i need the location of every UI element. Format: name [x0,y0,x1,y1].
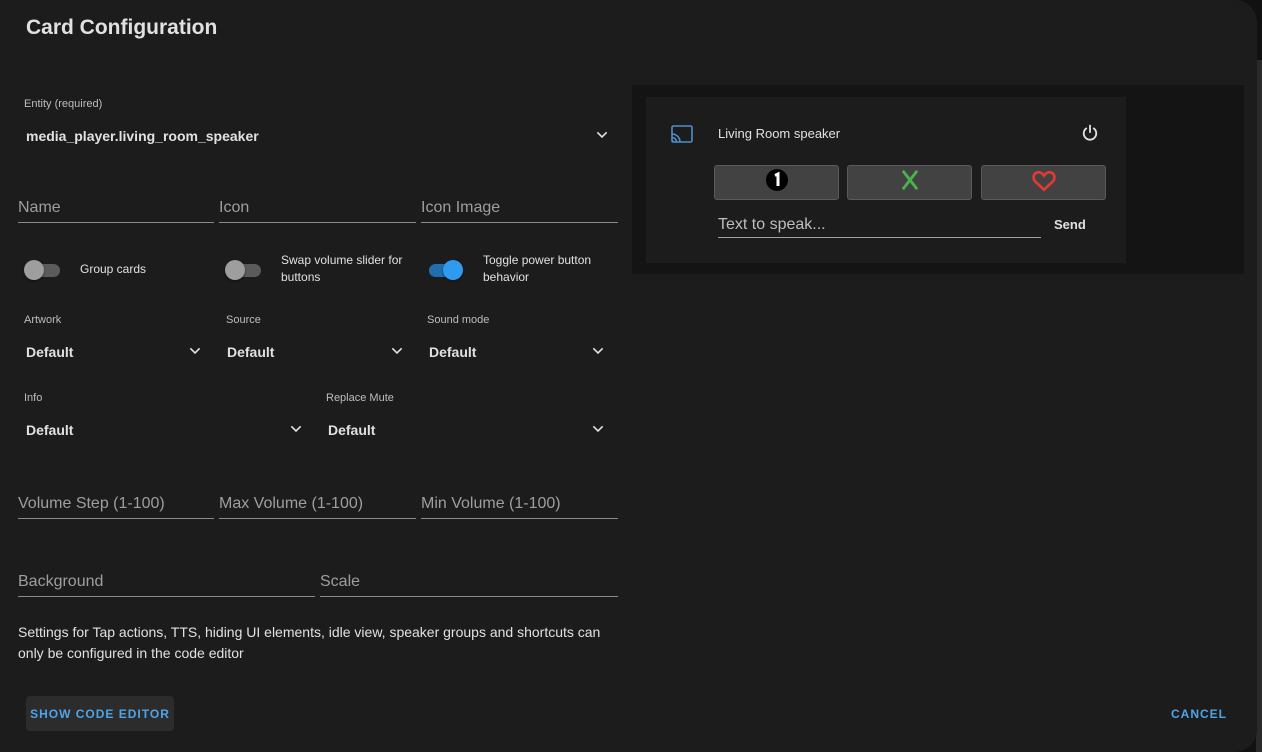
sound-mode-select[interactable]: Default [421,308,613,368]
volume-step-input[interactable]: Volume Step (1-100) [18,491,214,519]
chevron-down-icon [288,421,304,437]
chevron-down-icon [590,343,606,359]
swap-volume-label: Swap volume slider for buttons [281,253,403,284]
info-select[interactable]: Default [18,386,310,446]
chevron-down-icon [187,343,203,359]
swap-volume-switch[interactable] [225,260,261,280]
name-input[interactable]: Name [18,195,214,223]
player-name: Living Room speaker [718,126,841,141]
shortcut-button-3[interactable] [981,165,1106,200]
chevron-down-icon [590,421,606,437]
power-icon[interactable] [1080,123,1100,143]
scale-label: Scale [320,573,361,590]
show-code-editor-button[interactable]: SHOW CODE EDITOR [26,696,174,731]
icon-image-input-label: Icon Image [421,199,501,216]
tts-input-wrapper [718,212,1041,238]
shortcut-button-2[interactable] [847,165,972,200]
scale-input[interactable]: Scale [320,569,618,597]
sound-mode-value: Default [429,344,477,360]
chevron-down-icon [594,127,610,143]
artwork-value: Default [26,344,74,360]
artwork-select[interactable]: Default [18,308,210,368]
background-input[interactable]: Background [18,569,315,597]
entity-select[interactable]: media_player.living_room_speaker [18,92,618,152]
cast-icon[interactable] [670,125,694,143]
card-configuration-dialog: Card Configuration Entity (required) med… [0,0,1257,752]
replace-mute-select[interactable]: Default [320,386,612,446]
code-editor-note: Settings for Tap actions, TTS, hiding UI… [18,624,601,661]
media-player-card-preview[interactable]: Living Room speaker Text to speak... Sen… [646,97,1126,263]
icon-input-label: Icon [219,199,250,216]
toggle-power-label: Toggle power button behavior [483,253,592,284]
max-volume-label: Max Volume (1-100) [219,495,364,512]
shortcut-button-1[interactable] [714,165,839,200]
heart-outline-icon [1031,167,1057,198]
cancel-button[interactable]: CANCEL [1160,700,1238,728]
icon-image-input[interactable]: Icon Image [421,195,618,223]
volume-step-label: Volume Step (1-100) [18,495,165,512]
icon-input[interactable]: Icon [219,195,416,223]
toggle-power-switch[interactable] [427,260,463,280]
min-volume-label: Min Volume (1-100) [421,495,561,512]
chevron-down-icon [389,343,405,359]
info-value: Default [26,422,74,438]
background-label: Background [18,573,104,590]
tts-input[interactable] [718,212,1041,237]
min-volume-input[interactable]: Min Volume (1-100) [421,491,618,519]
group-cards-label: Group cards [80,262,147,276]
entity-value: media_player.living_room_speaker [26,128,259,144]
source-value: Default [227,344,275,360]
name-input-label: Name [18,199,61,216]
send-button[interactable]: Send [1054,217,1086,232]
source-select[interactable]: Default [219,308,411,368]
numeric-1-circle-icon [765,168,789,197]
replace-mute-value: Default [328,422,376,438]
dialog-title: Card Configuration [26,16,218,39]
group-cards-switch[interactable] [24,260,60,280]
max-volume-input[interactable]: Max Volume (1-100) [219,491,416,519]
xbox-icon [899,169,921,196]
